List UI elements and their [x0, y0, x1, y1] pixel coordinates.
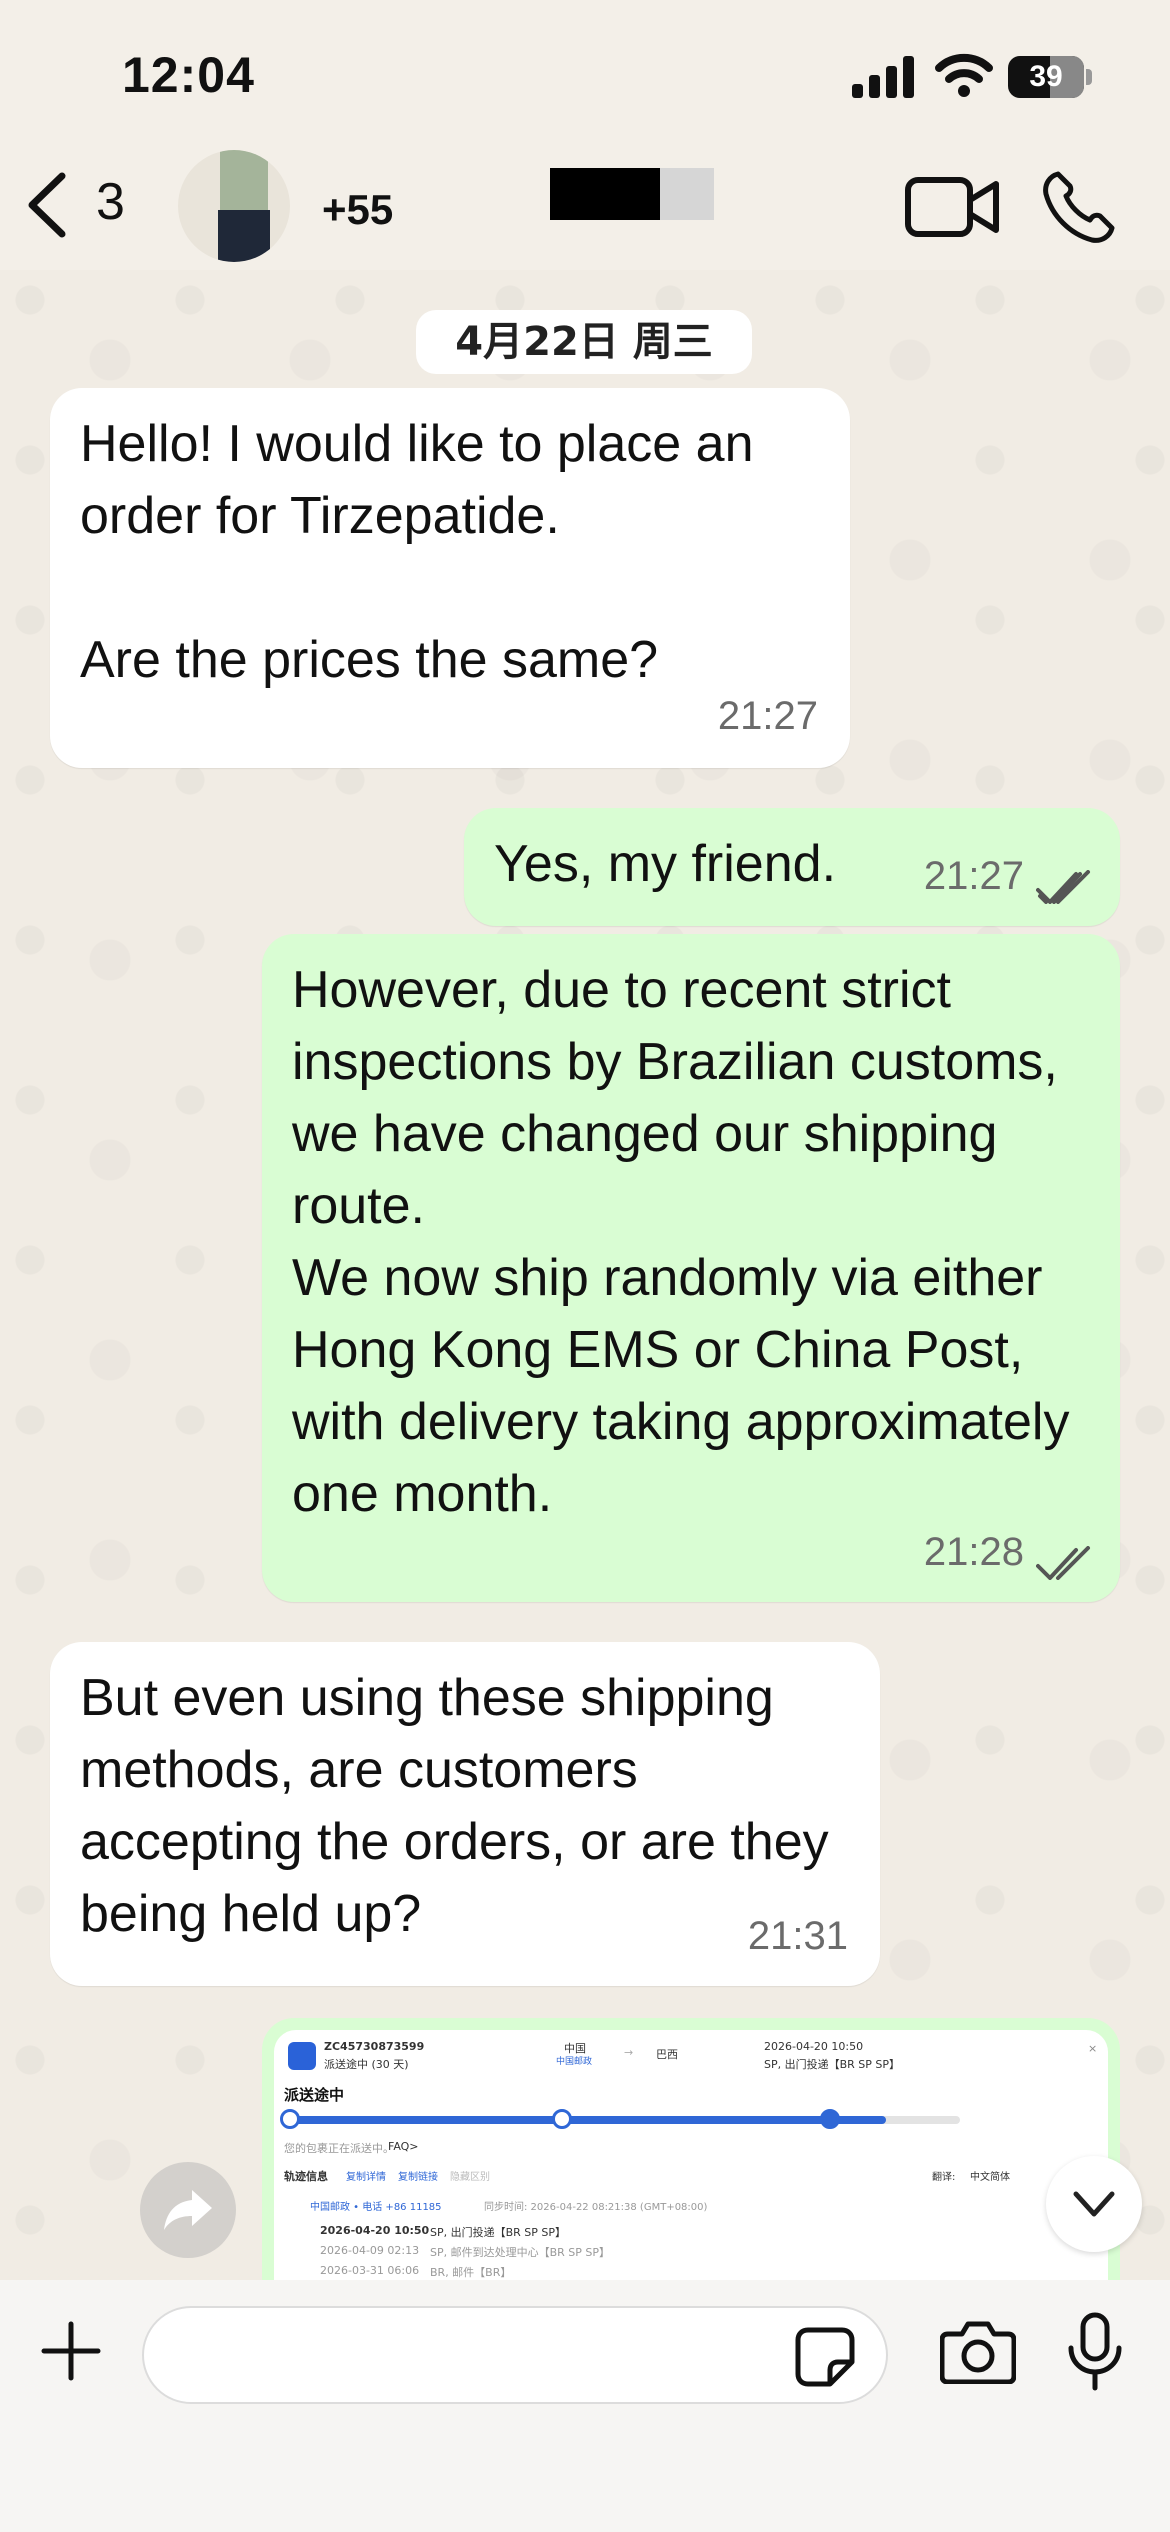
translate-label: 翻译: — [932, 2172, 956, 2183]
event-desc: SP, 邮件到达处理中心【BR SP SP】 — [430, 2246, 611, 2259]
carrier-line: 中国邮政 • 电话 +86 11185 — [310, 2202, 442, 2213]
progress-dot — [280, 2109, 300, 2129]
message-text: Hello! I would like to place an order fo… — [80, 415, 754, 689]
event-time: 2026-04-09 02:13 — [320, 2244, 420, 2257]
tab-copy-link: 复制链接 — [398, 2172, 438, 2183]
incoming-message[interactable]: Hello! I would like to place an order fo… — [50, 388, 850, 768]
message-time: 21:27 — [923, 854, 1024, 898]
avatar[interactable] — [178, 150, 290, 262]
battery-level: 39 — [1029, 60, 1063, 93]
redaction-block — [550, 168, 660, 220]
contact-name[interactable]: +55 — [322, 186, 393, 234]
message-time: 21:31 — [747, 1914, 848, 1958]
unread-count[interactable]: 3 — [96, 172, 125, 232]
progress-track — [280, 2109, 960, 2129]
message-time: 21:28 — [923, 1530, 1024, 1574]
wifi-icon — [935, 53, 993, 97]
message-time: 21:27 — [717, 694, 818, 738]
delivery-notice: 您的包裹正在派送中。 — [284, 2142, 394, 2155]
double-check-icon — [1036, 870, 1090, 904]
tracking-screenshot[interactable]: ZC45730873599 派送途中 (30 天) 中国 中国邮政 → 巴西 2… — [274, 2030, 1108, 2280]
message-text: But even using these shipping methods, a… — [80, 1669, 844, 1943]
video-call-icon[interactable] — [904, 176, 1000, 238]
forward-button[interactable] — [140, 2162, 236, 2258]
latest-place: SP, 出门投递【BR SP SP】 — [764, 2058, 901, 2071]
close-icon: × — [1088, 2042, 1098, 2055]
outgoing-message[interactable]: However, due to recent strict inspection… — [262, 934, 1120, 1602]
image-message[interactable]: ZC45730873599 派送途中 (30 天) 中国 中国邮政 → 巴西 2… — [262, 2018, 1120, 2280]
post-logo-icon — [288, 2042, 316, 2070]
signal-icon — [852, 56, 914, 98]
back-chevron-icon[interactable] — [22, 170, 72, 240]
redaction-block — [660, 168, 714, 220]
sync-time: 同步时间: 2026-04-22 08:21:38 (GMT+08:00) — [484, 2202, 708, 2213]
incoming-message[interactable]: But even using these shipping methods, a… — [50, 1642, 880, 1986]
message-input[interactable] — [142, 2306, 888, 2404]
tracking-number: ZC45730873599 — [324, 2040, 425, 2053]
event-desc: BR, 邮件【BR】 — [430, 2266, 512, 2279]
outgoing-message[interactable]: Yes, my friend. 21:27 — [464, 808, 1120, 926]
forward-icon — [164, 2190, 212, 2230]
progress-dot — [820, 2109, 840, 2129]
status-bar: 12:04 39 — [0, 0, 1170, 150]
date-divider: 4月22日 周三 — [416, 310, 752, 374]
plus-icon[interactable] — [40, 2320, 102, 2382]
composer-bar — [0, 2280, 1170, 2532]
destination-country: 巴西 — [656, 2048, 678, 2061]
latest-time: 2026-04-20 10:50 — [764, 2040, 864, 2053]
event-time: 2026-04-20 10:50 — [320, 2224, 430, 2237]
tab-track-info: 轨迹信息 — [284, 2170, 328, 2183]
event-desc: SP, 出门投递【BR SP SP】 — [430, 2226, 567, 2239]
delivery-status: 派送途中 — [284, 2086, 345, 2104]
progress-dot — [552, 2109, 572, 2129]
double-check-icon — [1036, 1546, 1090, 1580]
sticker-icon[interactable] — [794, 2326, 856, 2388]
arrow-icon: → — [624, 2046, 634, 2059]
microphone-icon[interactable] — [1066, 2312, 1124, 2392]
chat-header: 3 +55 — [0, 150, 1170, 270]
event-time: 2026-03-31 06:06 — [320, 2264, 420, 2277]
tab-hide-diff: 隐藏区别 — [450, 2172, 490, 2183]
transit-days: 派送途中 (30 天) — [324, 2058, 409, 2071]
chat-area[interactable]: 4月22日 周三 Hello! I would like to place an… — [0, 270, 1170, 2280]
camera-icon[interactable] — [940, 2318, 1016, 2384]
translate-value: 中文简体 — [970, 2172, 1010, 2183]
battery-icon: 39 — [1008, 56, 1092, 98]
tab-copy-details: 复制详情 — [346, 2172, 386, 2183]
phone-call-icon[interactable] — [1040, 170, 1118, 244]
status-time: 12:04 — [122, 47, 255, 103]
progress-fill — [284, 2116, 886, 2124]
chevron-down-icon — [1073, 2191, 1115, 2217]
scroll-to-bottom-button[interactable] — [1046, 2156, 1142, 2252]
faq-link: FAQ> — [388, 2140, 419, 2153]
message-text: However, due to recent strict inspection… — [292, 961, 1070, 1523]
origin-carrier: 中国邮政 — [556, 2057, 593, 2067]
